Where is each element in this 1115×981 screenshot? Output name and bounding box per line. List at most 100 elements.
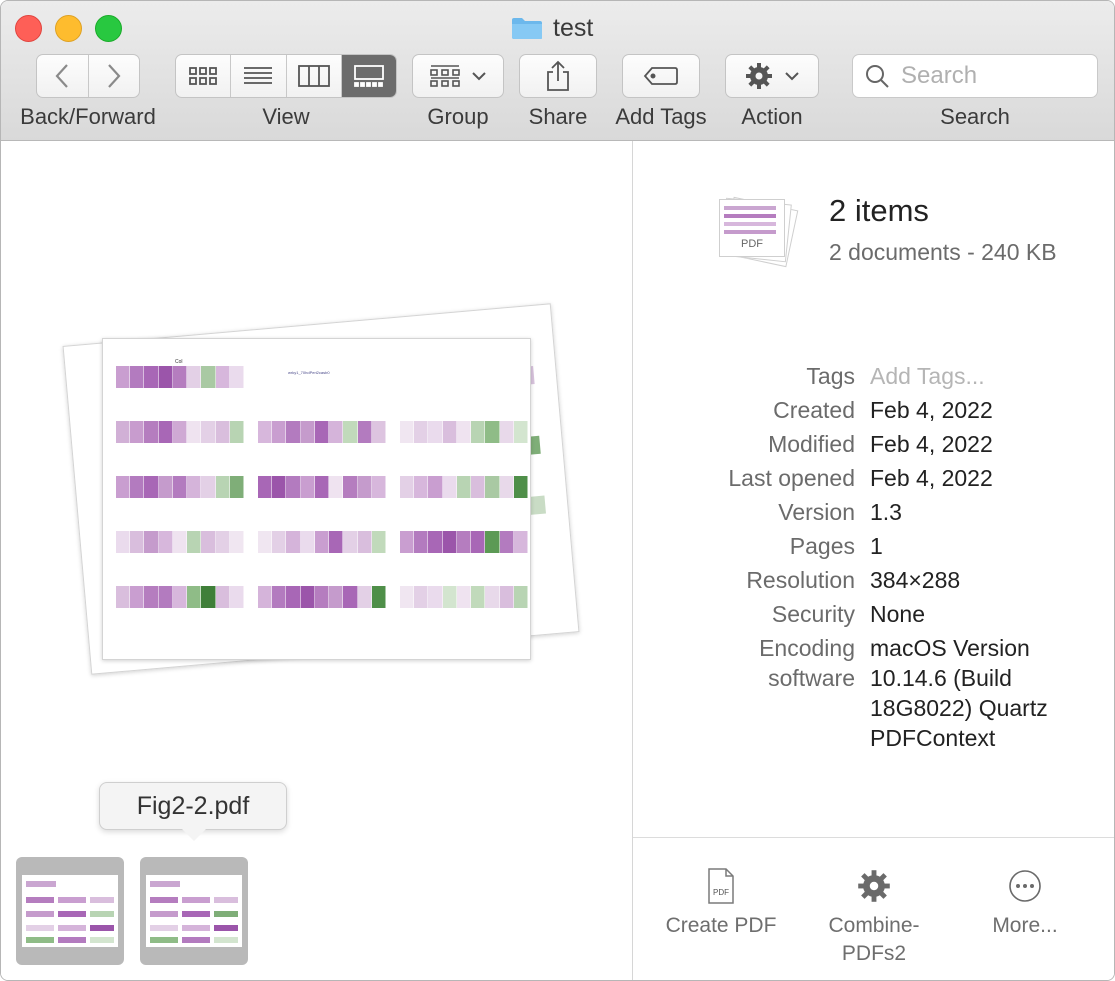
forward-button[interactable] [89,55,140,97]
search-field[interactable] [852,54,1098,98]
grid-view-icon [189,67,218,85]
thumbnail-image [22,875,118,947]
version-value: 1.3 [870,499,902,525]
modified-value: Feb 4, 2022 [870,431,993,457]
add-tags-label: Add Tags [615,104,707,129]
last-opened-value: Feb 4, 2022 [870,465,993,491]
heatmap-row [258,586,386,608]
info-pane: PDF 2 items 2 documents - 240 KB Tags Ad… [633,141,1114,980]
created-label: Created [773,397,855,423]
share-button[interactable] [519,54,597,98]
action-label: Action [741,104,803,129]
view-control [175,54,397,98]
more-label: More... [992,914,1058,937]
heatmap-row [116,366,244,388]
icon-view-button[interactable] [176,55,232,97]
more-button[interactable]: More... [955,868,1095,940]
window-title: test [511,11,593,45]
stacked-pdf-icon: PDF [719,196,807,268]
more-icon [1009,870,1041,902]
heatmap-title: Col [175,359,183,365]
gear-icon [858,870,890,902]
encoding-value-line3: 18G8022) Quartz [870,695,1048,721]
preview-page-front[interactable]: Col wrky1_70hdPeri2casb0 [102,338,531,660]
heatmap-row [400,421,528,443]
chevron-right-icon [107,64,121,88]
window-title-text: test [553,13,594,42]
minimize-button[interactable] [55,15,82,42]
group-button[interactable] [412,54,504,98]
encoding-label-line2: software [768,665,855,691]
chevron-down-icon [785,72,799,81]
pdf-document-icon: PDF [708,868,734,904]
heatmap-row [116,421,244,443]
encoding-value-line1: macOS Version [870,635,1030,661]
search-label: Search [940,104,1010,129]
resolution-label: Resolution [746,567,855,593]
heatmap-row [400,476,528,498]
folder-icon [512,18,542,39]
thumbnail-image [146,875,242,947]
create-pdf-button[interactable]: PDF Create PDF [651,868,791,940]
group-label: Group [427,104,489,129]
list-view-icon [244,67,273,84]
share-label: Share [528,104,588,129]
chevron-left-icon [55,64,69,88]
column-view-icon [297,65,330,87]
heatmap-row [258,476,386,498]
column-view-button[interactable] [287,55,342,97]
create-pdf-label: Create PDF [665,914,777,937]
tags-label: Tags [806,363,855,389]
gear-icon [746,63,772,89]
heatmap-row [400,586,528,608]
item-count: 2 items [829,193,929,228]
search-input[interactable] [899,61,1083,91]
created-value: Feb 4, 2022 [870,397,993,423]
heatmap-row [400,531,528,553]
encoding-value-line2: 10.14.6 (Build [870,665,1012,691]
list-view-button[interactable] [231,55,287,97]
filename-tooltip: Fig2-2.pdf [99,782,287,841]
last-opened-label: Last opened [728,465,855,491]
heatmap-row [116,476,244,498]
pages-value: 1 [870,533,883,559]
chevron-down-icon [472,72,486,81]
share-icon [547,60,569,91]
group-icon [430,65,460,87]
security-label: Security [771,601,855,627]
search-icon [866,65,889,88]
heatmap-row [258,421,386,443]
version-label: Version [778,499,855,525]
encoding-value-line4: PDFContext [870,725,996,751]
maximize-button[interactable] [95,15,122,42]
heatmap-row [258,531,386,553]
finder-window: test Back/Forward View Group Share Add T… [0,0,1115,981]
figure-title: wrky1_70hdPeri2casb0 [288,370,330,375]
gallery-preview-pane: Col wrky1_70hdPeri2casb0 Fig2-2.pdf [1,141,632,980]
thumbnail-item[interactable] [16,857,124,965]
security-value: None [870,601,925,627]
view-label: View [262,104,310,129]
resolution-value: 384×288 [870,567,961,593]
tag-icon [643,67,678,85]
combine-label-line2: PDFs2 [841,942,907,965]
add-tags-button[interactable] [622,54,700,98]
toolbar: test Back/Forward View Group Share Add T… [1,1,1114,141]
gallery-view-icon [353,65,384,87]
close-button[interactable] [15,15,42,42]
thumbnail-item-selected[interactable] [140,857,248,965]
heatmap-row [116,531,244,553]
combine-pdfs-button[interactable]: Combine- PDFs2 [804,868,944,968]
back-button[interactable] [37,55,89,97]
quick-actions-divider [633,837,1114,838]
add-tags-field[interactable]: Add Tags... [870,361,1090,391]
back-forward-control [36,54,140,98]
combine-label-line1: Combine- [828,914,920,937]
modified-label: Modified [768,431,855,457]
action-button[interactable] [725,54,819,98]
svg-text:PDF: PDF [713,888,729,897]
gallery-view-button[interactable] [341,55,396,97]
back-forward-label: Back/Forward [20,104,156,129]
encoding-label-line1: Encoding [759,635,855,661]
item-detail: 2 documents - 240 KB [829,239,1057,265]
